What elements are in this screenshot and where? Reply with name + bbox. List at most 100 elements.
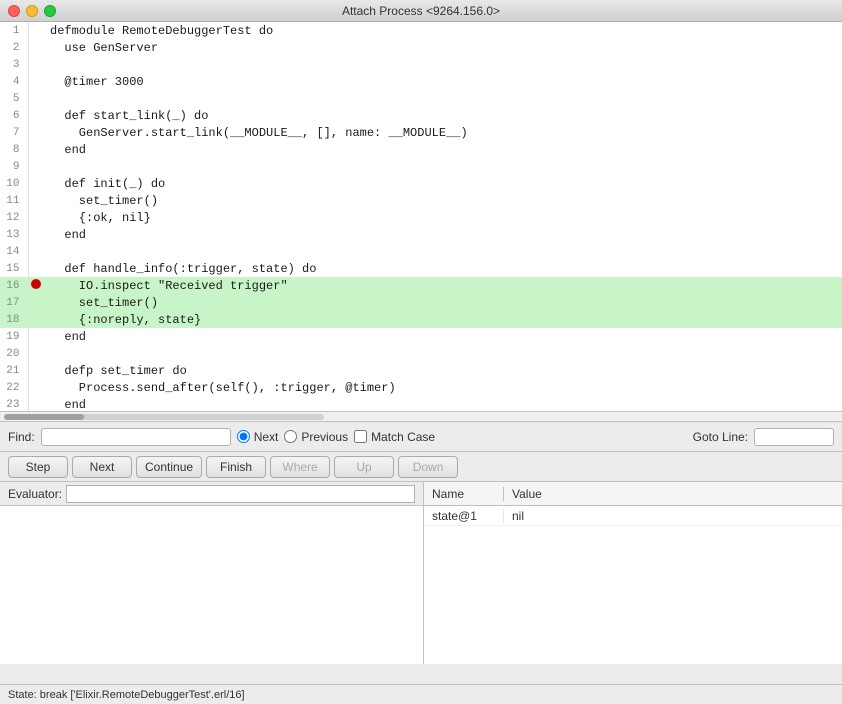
table-row: 13 end [0,226,842,243]
line-gutter [28,345,44,362]
status-text: State: break ['Elixir.RemoteDebuggerTest… [8,689,245,701]
match-case-checkbox[interactable] [354,430,367,443]
line-gutter [28,107,44,124]
line-number: 20 [0,345,28,362]
line-gutter [28,277,44,294]
line-code: def init(_) do [44,175,842,192]
line-code: end [44,226,842,243]
line-gutter [28,158,44,175]
line-number: 15 [0,260,28,277]
find-previous-radio[interactable] [284,430,297,443]
line-code: def start_link(_) do [44,107,842,124]
table-row: 15 def handle_info(:trigger, state) do [0,260,842,277]
line-gutter [28,39,44,56]
line-gutter [28,56,44,73]
titlebar: Attach Process <9264.156.0> [0,0,842,22]
window-title: Attach Process <9264.156.0> [342,4,500,18]
scroll-thumb[interactable] [4,414,84,420]
horizontal-scrollbar[interactable] [0,412,842,422]
evaluator-input[interactable] [66,485,415,503]
line-gutter [28,90,44,107]
debug-toolbar: Step Next Continue Finish Where Up Down [0,452,842,482]
line-number: 7 [0,124,28,141]
line-gutter [28,362,44,379]
scroll-track[interactable] [4,414,324,420]
table-row: 8 end [0,141,842,158]
line-number: 1 [0,22,28,39]
line-gutter [28,311,44,328]
evaluator-label: Evaluator: [8,487,62,501]
line-number: 3 [0,56,28,73]
table-row: 14 [0,243,842,260]
bottom-panel: Evaluator: Name Value state@1nil [0,482,842,664]
line-code: IO.inspect "Received trigger" [44,277,842,294]
find-prev-group: Previous [284,430,348,444]
variables-panel: Name Value state@1nil [424,482,842,664]
continue-button[interactable]: Continue [136,456,202,478]
variable-row: state@1nil [424,506,842,526]
evaluator-panel: Evaluator: [0,482,424,664]
line-code: defmodule RemoteDebuggerTest do [44,22,842,39]
line-number: 19 [0,328,28,345]
find-input[interactable] [41,428,231,446]
table-row: 23 end [0,396,842,412]
down-button[interactable]: Down [398,456,458,478]
line-code [44,158,842,175]
line-number: 13 [0,226,28,243]
match-case-label[interactable]: Match Case [371,430,435,444]
variables-header: Name Value [424,482,842,506]
line-number: 10 [0,175,28,192]
line-number: 12 [0,209,28,226]
line-code: set_timer() [44,192,842,209]
line-code: defp set_timer do [44,362,842,379]
line-gutter [28,379,44,396]
find-previous-label[interactable]: Previous [301,430,348,444]
table-row: 10 def init(_) do [0,175,842,192]
next-button[interactable]: Next [72,456,132,478]
find-bar: Find: Next Previous Match Case Goto Line… [0,422,842,452]
code-table: 1 defmodule RemoteDebuggerTest do2 use Ge… [0,22,842,412]
status-bar: State: break ['Elixir.RemoteDebuggerTest… [0,684,842,704]
line-code: {:noreply, state} [44,311,842,328]
line-number: 9 [0,158,28,175]
table-row: 2 use GenServer [0,39,842,56]
table-row: 3 [0,56,842,73]
variable-name: state@1 [424,509,504,523]
code-editor[interactable]: 1 defmodule RemoteDebuggerTest do2 use Ge… [0,22,842,412]
table-row: 7 GenServer.start_link(__MODULE__, [], n… [0,124,842,141]
goto-input[interactable] [754,428,834,446]
line-gutter [28,260,44,277]
line-gutter [28,22,44,39]
line-number: 17 [0,294,28,311]
find-next-label[interactable]: Next [254,430,279,444]
line-code: end [44,396,842,412]
find-label: Find: [8,430,35,444]
line-code: use GenServer [44,39,842,56]
maximize-button[interactable] [44,5,56,17]
step-button[interactable]: Step [8,456,68,478]
find-next-radio[interactable] [237,430,250,443]
variables-body: state@1nil [424,506,842,664]
line-gutter [28,396,44,412]
table-row: 5 [0,90,842,107]
line-gutter [28,192,44,209]
line-code: end [44,328,842,345]
finish-button[interactable]: Finish [206,456,266,478]
line-number: 23 [0,396,28,412]
table-row: 16 IO.inspect "Received trigger" [0,277,842,294]
find-next-group: Next [237,430,279,444]
line-gutter [28,141,44,158]
goto-label: Goto Line: [693,430,748,444]
line-number: 8 [0,141,28,158]
up-button[interactable]: Up [334,456,394,478]
line-code [44,345,842,362]
value-column-header: Value [504,487,842,501]
line-gutter [28,175,44,192]
where-button[interactable]: Where [270,456,330,478]
line-gutter [28,209,44,226]
close-button[interactable] [8,5,20,17]
table-row: 22 Process.send_after(self(), :trigger, … [0,379,842,396]
line-gutter [28,243,44,260]
name-column-header: Name [424,487,504,501]
minimize-button[interactable] [26,5,38,17]
